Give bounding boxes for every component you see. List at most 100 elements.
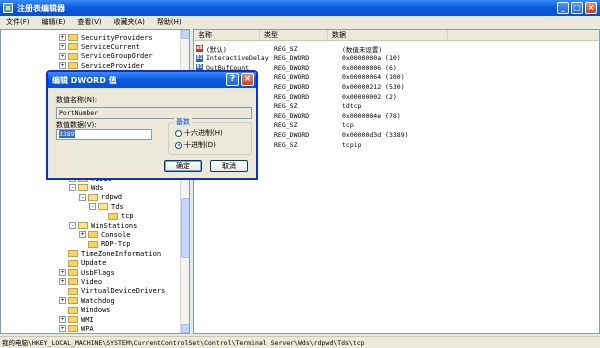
maximize-button[interactable]: □ (571, 2, 583, 14)
value-data-text: 3389 (59, 130, 75, 138)
expand-icon[interactable]: + (59, 269, 66, 276)
value-type: REG_DWORD (274, 73, 310, 82)
ok-button[interactable]: 确定 (164, 160, 202, 172)
folder-icon (68, 325, 78, 333)
header-data[interactable]: 数据 (328, 30, 448, 41)
value-data: 0x0000000a (10) (342, 54, 401, 63)
value-data-field[interactable]: 3389 (56, 129, 152, 140)
help-button[interactable]: ? (226, 73, 239, 86)
dec-radio-dot[interactable] (175, 141, 182, 149)
expand-icon[interactable]: + (59, 316, 66, 323)
value-name-label: 数值名称(N): (56, 96, 98, 104)
value-data: 0x0000004e (78) (342, 111, 401, 120)
tree-node-label: Windows (81, 306, 111, 315)
value-data: 0x00000002 (2) (342, 92, 397, 101)
menu-favorites[interactable]: 收藏夹(A) (114, 17, 145, 27)
tree-node-label: Tds (111, 202, 124, 211)
value-type: REG_DWORD (274, 130, 310, 139)
tree-node-label: TimeZoneInformation (81, 249, 162, 258)
folder-icon (88, 193, 98, 201)
scroll-thumb[interactable] (181, 198, 189, 258)
value-data: (数值未设置) (342, 45, 383, 54)
folder-icon (68, 34, 78, 41)
menu-bar: 文件(F) 编辑(E) 查看(V) 收藏夹(A) 帮助(H) (0, 16, 600, 28)
value-data: tdtcp (342, 102, 362, 111)
value-row[interactable]: ab (默认) REG_SZ (数值未设置) (196, 44, 383, 54)
dialog-title: 编辑 DWORD 值 (52, 75, 117, 85)
dword-value-icon: 01 (196, 54, 203, 62)
folder-icon (68, 62, 78, 70)
header-type[interactable]: 类型 (260, 30, 328, 41)
tree-node-label: RDP-Tcp (101, 240, 131, 249)
tree-node-label: rdpwd (101, 193, 123, 202)
menu-file[interactable]: 文件(F) (6, 17, 30, 27)
expand-icon[interactable]: + (59, 325, 66, 333)
menu-help[interactable]: 帮助(H) (157, 17, 182, 27)
window-title: 注册表编辑器 (17, 3, 65, 13)
tree-node-label: ServiceGroupOrder (81, 52, 153, 61)
value-data: 0x00000212 (530) (342, 82, 405, 91)
collapse-icon[interactable]: - (69, 184, 76, 192)
folder-icon (68, 306, 78, 314)
registry-editor-icon (3, 3, 13, 13)
string-value-icon: ab (196, 45, 203, 52)
dec-radio[interactable]: 十进制(D) (175, 140, 216, 150)
tree-node-label: tcp (121, 212, 134, 221)
scroll-down-arrow[interactable] (181, 324, 189, 333)
scroll-up-arrow[interactable] (181, 30, 189, 39)
folder-icon (108, 212, 118, 220)
tree-node-label: WinStations (91, 221, 138, 230)
expand-icon[interactable]: + (59, 297, 66, 305)
value-type: REG_SZ (274, 140, 298, 149)
value-name-field: PortNumber (56, 107, 252, 119)
cancel-button[interactable]: 取消 (210, 160, 248, 172)
minimize-button[interactable]: _ (557, 2, 569, 14)
folder-icon (68, 269, 78, 276)
tree-node-label: Console (101, 230, 131, 239)
menu-edit[interactable]: 编辑(E) (42, 17, 66, 27)
hex-radio[interactable]: 十六进制(H) (175, 128, 223, 138)
header-name[interactable]: 名称 (194, 30, 260, 41)
base-label: 基数 (174, 117, 192, 127)
expand-icon[interactable]: + (59, 52, 66, 60)
folder-icon (68, 278, 78, 286)
expand-icon[interactable]: + (59, 43, 66, 51)
close-button[interactable]: × (585, 2, 597, 14)
value-data: tcp (342, 121, 354, 130)
status-bar: 我的电脑\HKEY_LOCAL_MACHINE\SYSTEM\CurrentCo… (0, 336, 600, 348)
collapse-icon[interactable]: - (79, 193, 86, 201)
folder-icon (98, 203, 108, 211)
folder-icon (78, 184, 88, 192)
tree-node-label: WPA (81, 324, 94, 333)
expand-icon[interactable]: + (59, 62, 66, 70)
collapse-icon[interactable]: - (89, 203, 96, 211)
expand-icon[interactable]: + (79, 231, 86, 239)
value-data: 0x00000064 (100) (342, 73, 405, 82)
hex-radio-dot[interactable] (175, 129, 182, 137)
folder-icon (88, 231, 98, 239)
tree-node-label: WMI (81, 315, 94, 324)
tree-node-label: Update (81, 259, 107, 268)
tree-node-label: Video (81, 277, 103, 286)
expand-icon[interactable]: + (59, 278, 66, 286)
value-row[interactable]: 01 InteractiveDelay REG_DWORD 0x0000000a (1… (196, 54, 401, 63)
tree-node-label: Watchdog (81, 296, 115, 305)
folder-icon (78, 222, 88, 229)
value-type: REG_DWORD (274, 111, 310, 120)
value-type: REG_SZ (274, 121, 298, 130)
window-controls: _ □ × (557, 2, 597, 14)
folder-icon (68, 52, 78, 60)
dialog-close-button[interactable]: × (241, 73, 254, 86)
edit-dword-dialog: 编辑 DWORD 值 ? × 数值名称(N): PortNumber 数值数据(… (46, 70, 258, 180)
window-titlebar: 注册表编辑器 _ □ × (0, 0, 600, 16)
value-type: REG_DWORD (274, 82, 310, 91)
tree-node[interactable]: + WPA (59, 323, 94, 333)
menu-view[interactable]: 查看(V) (77, 17, 101, 27)
tree-node-label: ServiceCurrent (81, 42, 141, 51)
tree-node-label: VirtualDeviceDrivers (81, 287, 166, 296)
list-header: 名称 类型 数据 (194, 30, 599, 41)
hex-radio-label: 十六进制(H) (184, 129, 223, 137)
collapse-icon[interactable]: - (69, 222, 76, 229)
expand-icon[interactable]: + (59, 34, 66, 41)
tree-node-label: Wds (91, 183, 104, 192)
